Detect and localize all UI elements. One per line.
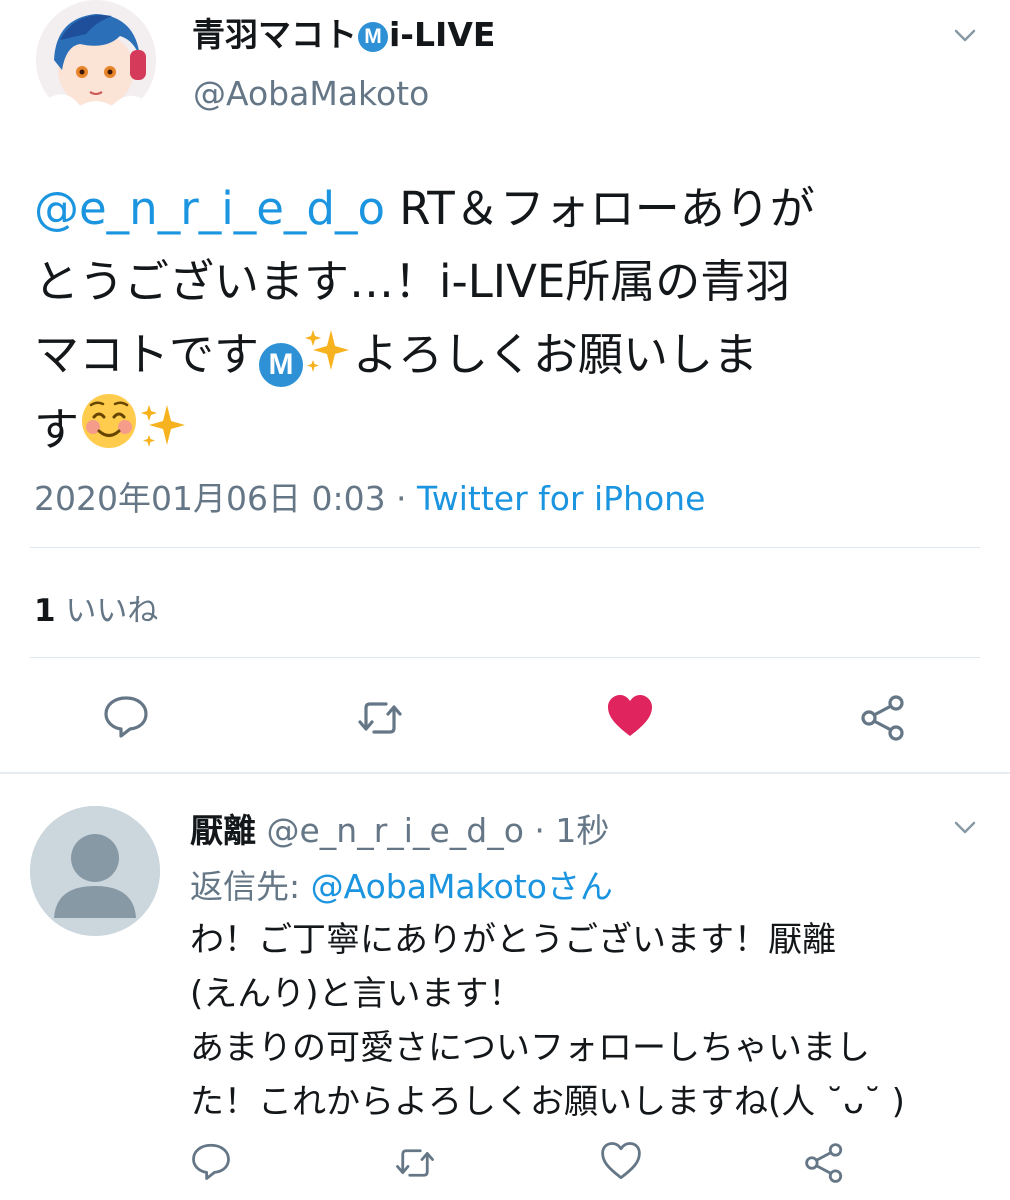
tweet-menu-button[interactable] [954,28,976,47]
reply-to-handle[interactable]: @AobaMakotoさん [311,867,613,906]
reply-text-line: あまりの可愛さについフォローしちゃいまし [190,1028,870,1068]
retweet-button[interactable] [356,694,404,746]
meta-separator: · [385,479,418,518]
author-name[interactable]: 青羽マコト Mi-LIVE [192,8,495,56]
tweet-separator [0,772,1010,774]
reply-author-avatar[interactable] [30,806,160,936]
reply-to-label: 返信先: [190,867,311,906]
author-avatar[interactable] [36,0,156,120]
reply-reply-button[interactable] [190,1140,232,1186]
default-avatar-icon [30,806,160,936]
sparkles-icon [305,330,350,372]
reply-header: 厭離 @e_n_r_i_e_d_o · 1秒 [190,804,609,852]
author-handle[interactable]: @AobaMakoto [193,74,429,113]
reply-menu-button[interactable] [954,820,976,839]
author-name-text: 青羽マコト [192,15,357,54]
member-badge-icon: M [358,22,388,52]
reply-time-separator: · [523,811,556,850]
reply-button[interactable] [102,692,150,744]
reply-author-handle[interactable]: @e_n_r_i_e_d_o [267,811,524,850]
member-badge-icon: M [259,343,304,387]
share-icon [861,695,904,741]
chevron-down-icon [954,29,976,42]
retweet-icon [358,702,402,734]
divider [30,657,980,658]
share-button[interactable] [860,694,908,746]
like-button[interactable] [606,692,654,744]
smiling-face-icon [82,394,137,448]
reply-time[interactable]: 1秒 [555,811,609,850]
reply-to-line: 返信先: @AobaMakotoさん [190,860,613,908]
reply-retweet-button[interactable] [394,1142,436,1188]
comment-bubble-icon [192,1143,230,1180]
comment-bubble-icon [104,696,148,738]
reply-text-line: (えんり)と言います！ [190,974,523,1014]
tweet-meta: 2020年01月06日 0:03 · Twitter for iPhone [34,472,705,520]
reply-text-line: わ！ご丁寧にありがとうございます！厭離 [190,920,836,960]
tweet-text-line1: RT＆フォローありが [385,182,815,235]
share-icon [805,1143,843,1183]
tweet-text-line3-end: よろしくお願いしま [353,328,759,381]
tweet-text: @e_n_r_i_e_d_o RT＆フォローありが とうございます…！i-LIV… [34,172,984,466]
likes-count: 1 [34,593,56,629]
tweet-source-link[interactable]: Twitter for iPhone [417,479,705,518]
chevron-down-icon [954,821,976,834]
heart-outline-icon [601,1142,641,1180]
reply-text-line: た！これからよろしくお願いしますね(人 ˘ᴗ˘ ) [190,1082,905,1122]
retweet-icon [396,1149,434,1177]
divider [30,547,980,548]
likes-stat[interactable]: 1 いいね [34,585,158,630]
likes-label: いいね [55,593,159,629]
author-name-suffix: i-LIVE [389,15,496,54]
reply-text: わ！ご丁寧にありがとうございます！厭離 (えんり)と言います！ あまりの可愛さに… [190,913,990,1129]
reply-author-name[interactable]: 厭離 [190,811,256,850]
mention-link[interactable]: @e_n_r_i_e_d_o [34,182,385,235]
sparkles-icon [141,405,186,447]
tweet-timestamp[interactable]: 2020年01月06日 0:03 [34,479,386,518]
tweet-text-line3-start: マコトです [34,328,260,381]
tweet-text-line4: す [34,403,80,456]
reply-share-button[interactable] [804,1142,846,1188]
heart-icon [608,695,652,736]
avatar-illustration [36,0,156,120]
reply-like-button[interactable] [600,1140,642,1186]
tweet-text-line2: とうございます…！i-LIVE所属の青羽 [34,255,791,308]
